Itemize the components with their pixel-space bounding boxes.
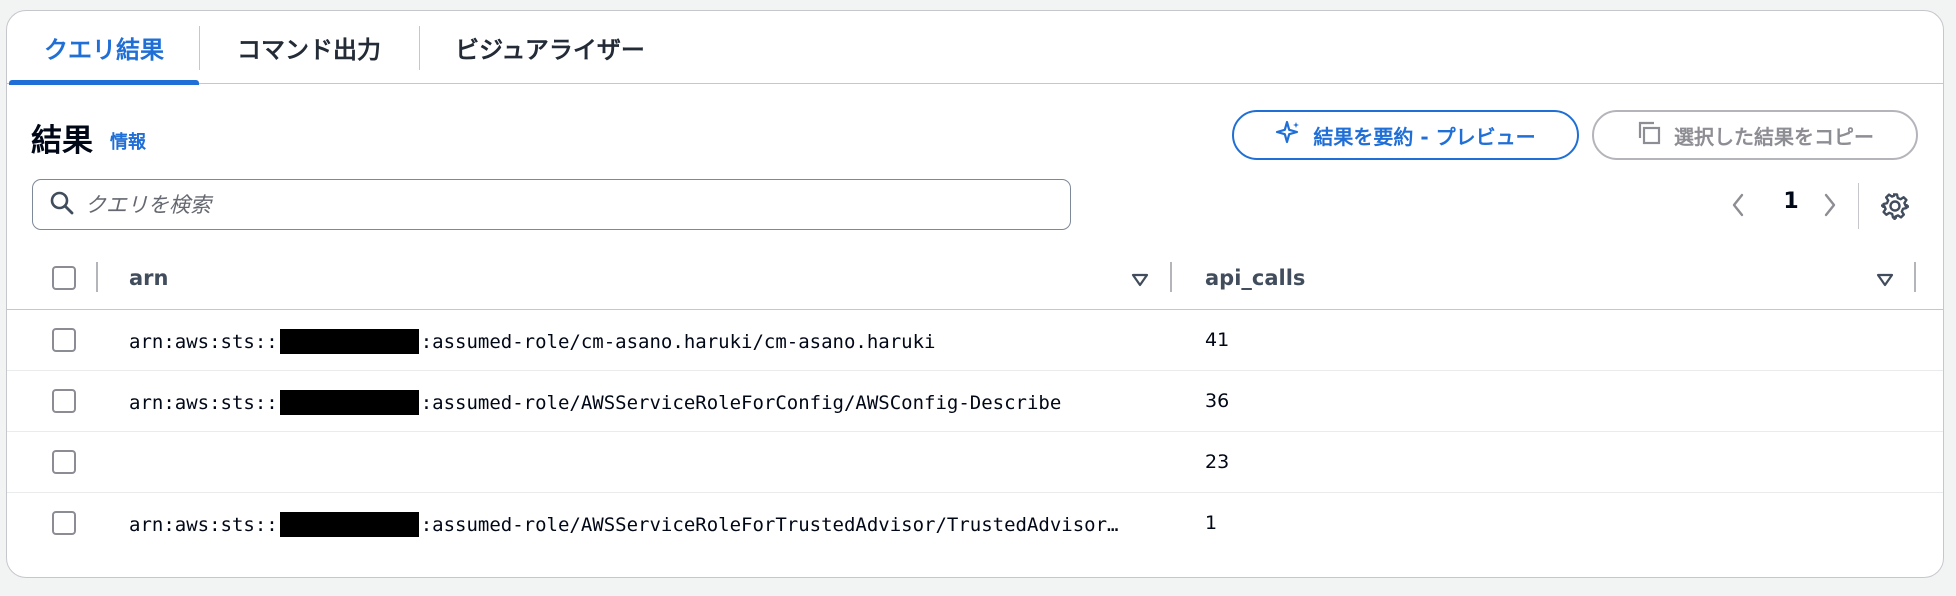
chevron-left-icon[interactable] [1729, 191, 1747, 223]
arn-suffix: :assumed-role/AWSServiceRoleForTrustedAd… [420, 513, 1119, 536]
table-row[interactable]: 23 [7, 432, 1943, 493]
row-checkbox[interactable] [52, 328, 76, 352]
api-calls-cell: 41 [1205, 329, 1230, 351]
table-header: arn api_calls [7, 248, 1943, 310]
sparkle-icon [1275, 120, 1301, 151]
api-calls-cell: 36 [1205, 390, 1230, 412]
page-title: 結果 [31, 123, 93, 159]
row-checkbox[interactable] [52, 450, 76, 474]
row-checkbox[interactable] [52, 511, 76, 535]
tab-bar: クエリ結果 コマンド出力 ビジュアライザー [7, 11, 1943, 85]
table-row[interactable]: arn:aws:sts:::assumed-role/AWSServiceRol… [7, 493, 1943, 554]
api-calls-cell: 23 [1205, 451, 1230, 473]
gear-icon[interactable] [1880, 192, 1911, 224]
column-header-arn[interactable]: arn [129, 266, 168, 290]
table-row[interactable]: arn:aws:sts:::assumed-role/AWSServiceRol… [7, 371, 1943, 432]
arn-prefix: arn:aws:sts:: [129, 330, 278, 353]
tab-divider [419, 26, 420, 70]
results-table: arn api_calls arn:aws:sts:::assumed-role… [7, 248, 1943, 554]
table-row[interactable]: arn:aws:sts:::assumed-role/cm-asano.haru… [7, 310, 1943, 371]
tab-divider [199, 26, 200, 70]
row-checkbox[interactable] [52, 389, 76, 413]
pager-divider [1858, 183, 1859, 229]
copy-icon [1636, 120, 1662, 151]
arn-cell: arn:aws:sts:::assumed-role/AWSServiceRol… [129, 512, 1119, 537]
api-calls-cell: 1 [1205, 512, 1218, 534]
sort-down-icon[interactable] [1131, 272, 1149, 291]
column-divider[interactable] [1914, 262, 1916, 292]
redacted-account-id [279, 390, 419, 415]
copy-selected-results-label: 選択した結果をコピー [1674, 124, 1874, 149]
search-input[interactable] [85, 192, 1045, 217]
arn-prefix: arn:aws:sts:: [129, 513, 278, 536]
select-all-checkbox[interactable] [52, 266, 76, 290]
query-results-panel: クエリ結果 コマンド出力 ビジュアライザー 結果 情報 結果を要約 - プレビュ… [6, 10, 1944, 578]
column-header-api-calls[interactable]: api_calls [1205, 266, 1305, 290]
arn-suffix: :assumed-role/cm-asano.haruki/cm-asano.h… [420, 330, 936, 353]
arn-cell: arn:aws:sts:::assumed-role/AWSServiceRol… [129, 390, 1061, 415]
search-icon [49, 190, 75, 220]
arn-suffix: :assumed-role/AWSServiceRoleForConfig/AW… [420, 391, 1062, 414]
chevron-right-icon[interactable] [1821, 191, 1839, 223]
search-box [32, 179, 1071, 230]
tab-command-output[interactable]: コマンド出力 [213, 11, 405, 84]
column-divider[interactable] [1170, 262, 1172, 292]
tab-visualizer[interactable]: ビジュアライザー [439, 11, 661, 84]
summarize-results-button[interactable]: 結果を要約 - プレビュー [1232, 110, 1579, 160]
redacted-account-id [279, 512, 419, 537]
arn-prefix: arn:aws:sts:: [129, 391, 278, 414]
arn-cell: arn:aws:sts:::assumed-role/cm-asano.haru… [129, 329, 935, 354]
copy-selected-results-button[interactable]: 選択した結果をコピー [1592, 110, 1918, 160]
info-link[interactable]: 情報 [110, 128, 146, 154]
sort-down-icon[interactable] [1876, 272, 1894, 291]
tab-query-results[interactable]: クエリ結果 [9, 11, 199, 85]
redacted-account-id [279, 329, 419, 354]
column-divider [96, 262, 98, 292]
page-number[interactable]: 1 [1779, 189, 1803, 214]
summarize-results-label: 結果を要約 - プレビュー [1313, 124, 1536, 149]
